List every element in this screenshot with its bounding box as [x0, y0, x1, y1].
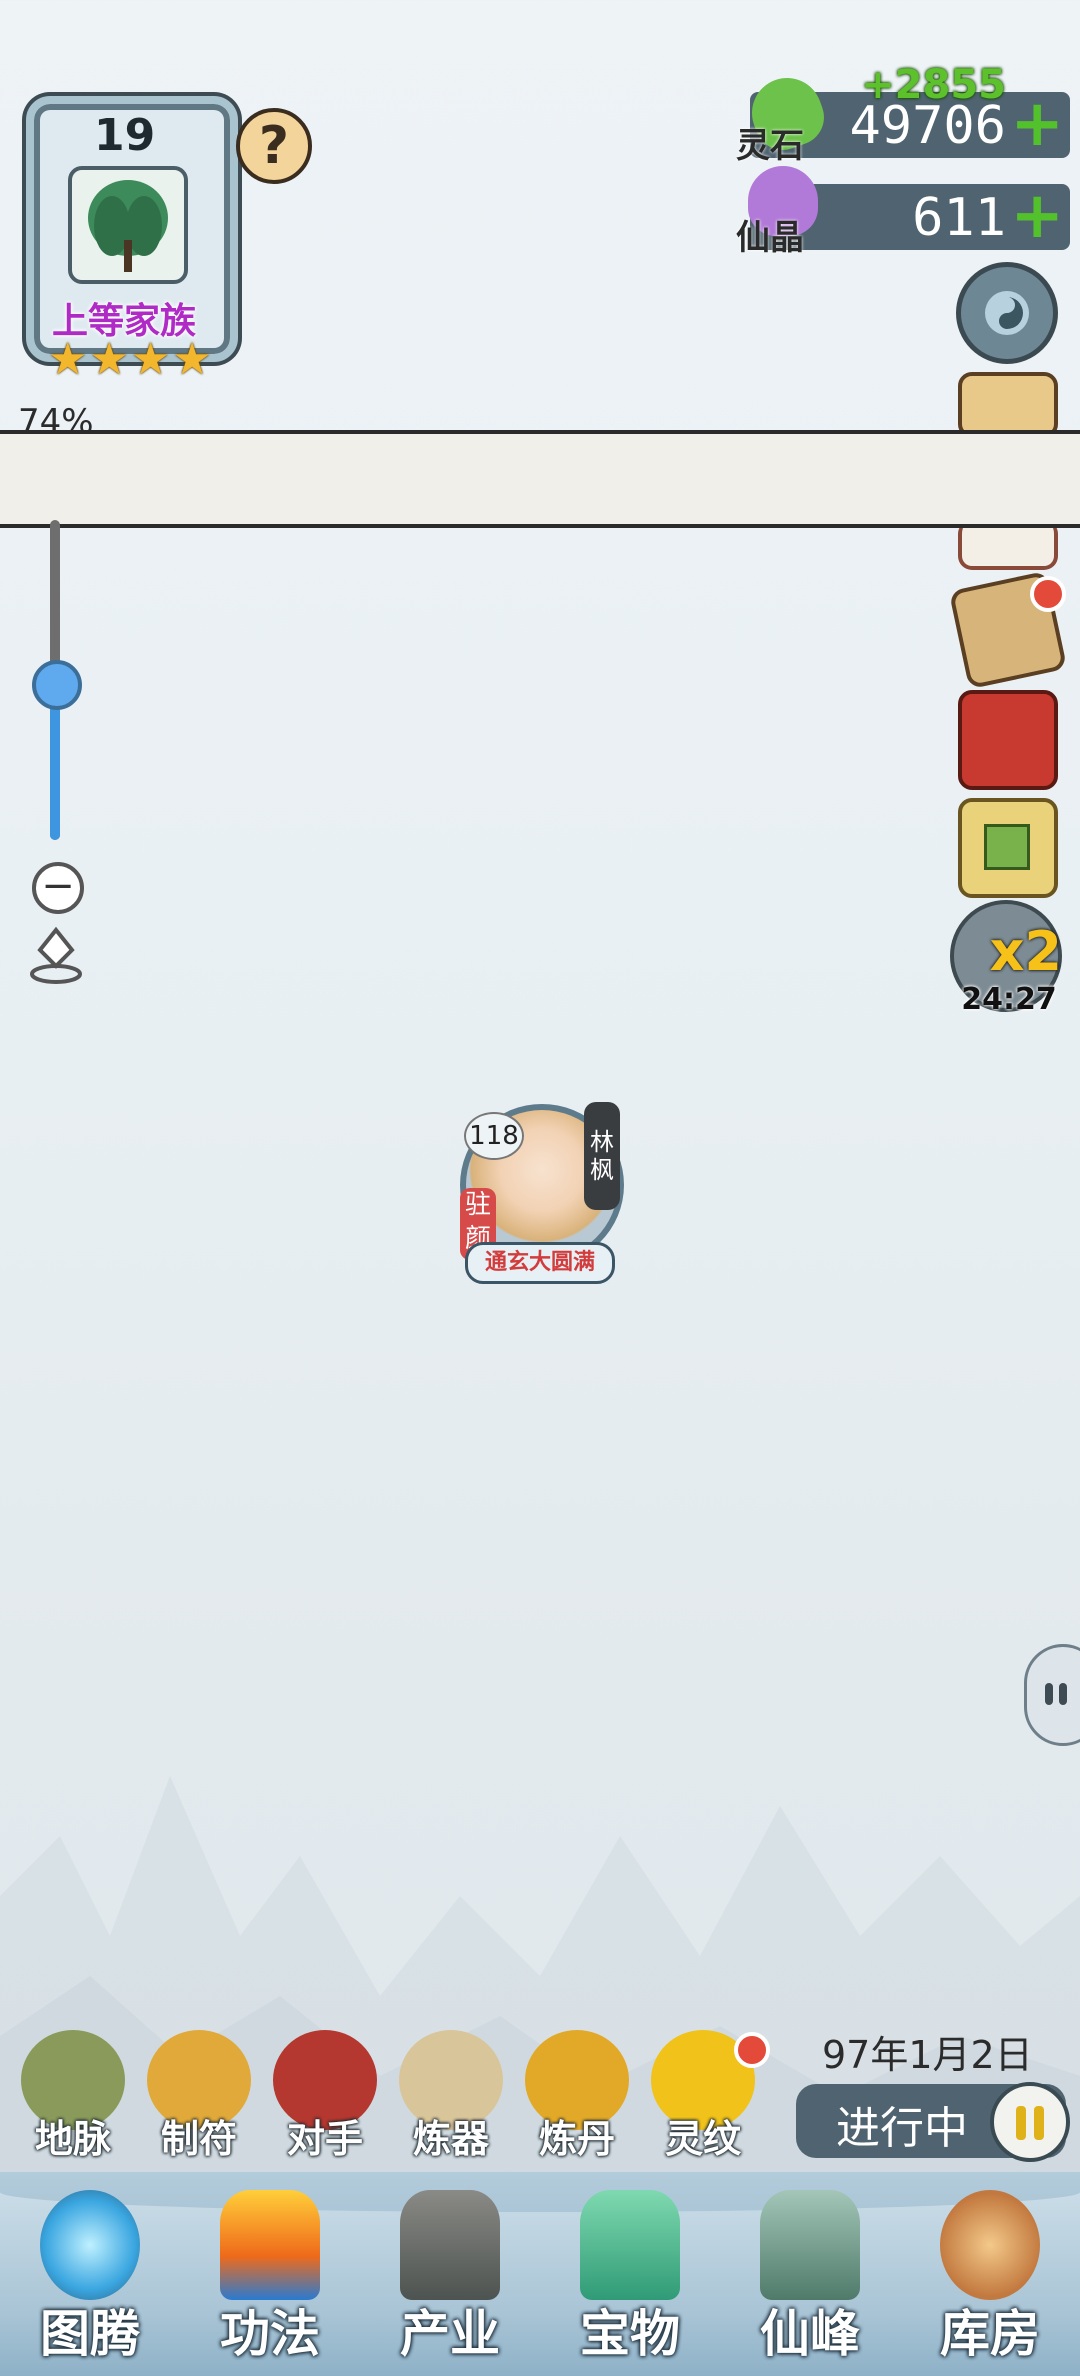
nav-peak[interactable]: 仙峰: [720, 2172, 900, 2376]
jade-icon: [580, 2190, 680, 2300]
peak-icon: [760, 2190, 860, 2300]
nav-label: 功法: [220, 2305, 320, 2363]
nav-treasure[interactable]: 宝物: [540, 2172, 720, 2376]
family-level: 19: [94, 110, 156, 161]
star-icon: ★: [89, 334, 129, 385]
action-label: 炼丹: [538, 2117, 615, 2161]
action-label: 对手: [286, 2117, 363, 2161]
family-badge[interactable]: 19 上等家族 ★ ★ ★ ★: [18, 96, 238, 386]
add-spirit-stone-button[interactable]: +: [1010, 92, 1064, 156]
ranking-board-icon[interactable]: [958, 798, 1058, 898]
nav-skills[interactable]: 功法: [180, 2172, 360, 2376]
character-name: 林枫: [584, 1102, 620, 1210]
crystal-label: 仙晶: [736, 218, 804, 258]
scroll-icon[interactable]: [958, 372, 1058, 438]
speed-boost[interactable]: x2 24:27: [950, 900, 1062, 1017]
nav-totem[interactable]: 图腾: [0, 2172, 180, 2376]
nav-label: 仙峰: [760, 2305, 860, 2363]
notification-dot: [734, 2032, 770, 2068]
action-label: 灵纹: [664, 2117, 741, 2161]
totem-icon: [40, 2190, 140, 2300]
spirit-stone-gain: +2855: [861, 62, 1006, 108]
side-drawer-handle[interactable]: [1024, 1644, 1080, 1746]
notice-banner: [0, 430, 1080, 528]
action-label: 地脉: [34, 2117, 111, 2161]
nav-industry[interactable]: 产业: [360, 2172, 540, 2376]
help-button[interactable]: ?: [236, 108, 312, 184]
pause-button[interactable]: [990, 2082, 1070, 2162]
star-icon: ★: [130, 334, 171, 385]
zoom-out-button[interactable]: −: [32, 862, 84, 914]
speed-timer: 24:27: [961, 982, 1057, 1017]
status-bar: 进行中: [796, 2082, 1070, 2162]
notification-dot: [1030, 576, 1066, 612]
action-alchemy[interactable]: 炼丹: [518, 2030, 636, 2161]
game-date: 97年1月2日: [822, 2033, 1033, 2077]
character-realm: 通玄大圆满: [465, 1242, 615, 1284]
bottom-nav: 图腾 功法 产业 宝物 仙峰 库房: [0, 2172, 1080, 2376]
locate-icon[interactable]: [26, 924, 86, 988]
action-rivals[interactable]: 对手: [266, 2030, 384, 2161]
action-label: 制符: [160, 2117, 237, 2161]
character-token[interactable]: 118 林枫 驻颜 通玄大圆满: [460, 1096, 624, 1286]
nav-label: 图腾: [40, 2305, 140, 2363]
star-icon: ★: [48, 334, 88, 385]
speed-multiplier: x2: [989, 920, 1062, 983]
add-crystal-button[interactable]: +: [1010, 184, 1064, 248]
spirit-stone-label: 灵石: [736, 126, 804, 166]
sack-icon: [940, 2190, 1040, 2300]
flame-icon: [220, 2190, 320, 2300]
zoom-slider-handle[interactable]: [32, 660, 82, 710]
action-forge[interactable]: 炼器: [392, 2030, 510, 2161]
nav-label: 宝物: [580, 2305, 680, 2363]
status-text: 进行中: [836, 2103, 968, 2154]
crystal-value: 611: [912, 188, 1006, 248]
red-book-icon[interactable]: [958, 690, 1058, 790]
character-level: 118: [464, 1112, 524, 1160]
action-earth-veins[interactable]: 地脉: [14, 2030, 132, 2161]
star-icon: ★: [172, 334, 212, 385]
nav-storehouse[interactable]: 库房: [900, 2172, 1080, 2376]
action-label: 炼器: [412, 2117, 489, 2161]
mountain-icon: [400, 2190, 500, 2300]
action-talisman[interactable]: 制符: [140, 2030, 258, 2161]
settings-gear-icon[interactable]: [956, 262, 1058, 364]
willow-tree-icon: [68, 166, 188, 284]
rank-stars: ★ ★ ★ ★: [48, 338, 212, 382]
nav-label: 产业: [400, 2305, 500, 2363]
nav-label: 库房: [940, 2305, 1040, 2363]
